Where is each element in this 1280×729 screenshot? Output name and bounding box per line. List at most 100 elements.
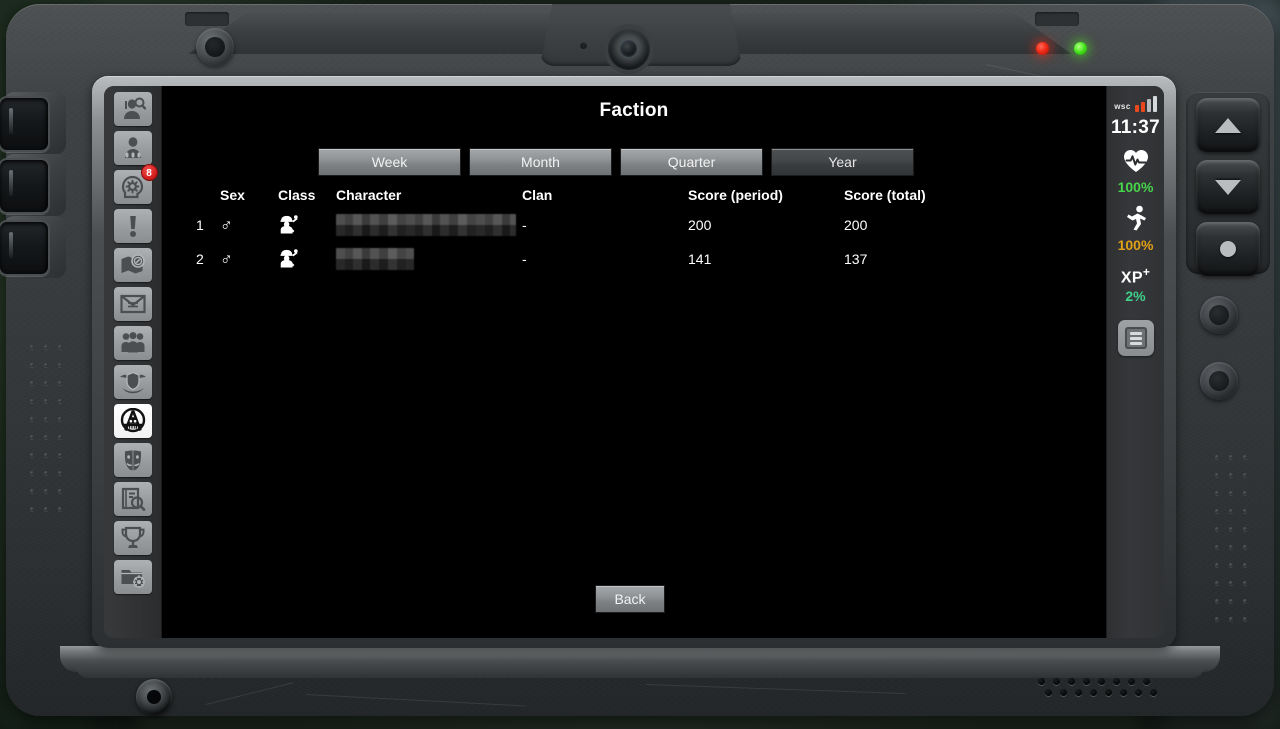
grip-dot <box>1229 581 1233 585</box>
camera-sensor-icon <box>580 42 587 49</box>
header-score-period: Score (period) <box>688 187 783 203</box>
grip-dot <box>1243 599 1247 603</box>
sidebar-item-clan[interactable] <box>113 365 152 399</box>
map-compass-icon <box>120 253 146 277</box>
sidebar-item-group[interactable] <box>113 326 152 360</box>
grip-dot <box>58 453 62 457</box>
grip-dot <box>58 363 62 367</box>
sidebar-item-mail[interactable] <box>113 287 152 321</box>
top-left-knob[interactable] <box>196 28 234 66</box>
speaker-hole <box>1120 689 1127 696</box>
grip-dot <box>30 507 34 511</box>
tab-week[interactable]: Week <box>318 148 461 176</box>
grip-dot <box>44 399 48 403</box>
grip-dot <box>1215 473 1219 477</box>
speaker-hole <box>1128 678 1135 685</box>
period-tabs: Week Month Quarter Year <box>318 148 914 176</box>
grip-dot <box>44 453 48 457</box>
speaker-hole <box>1113 678 1120 685</box>
up-button[interactable] <box>1196 98 1260 152</box>
sidebar-item-achievements[interactable] <box>113 521 152 555</box>
cell-rank: 1 <box>196 217 204 233</box>
grip-dot <box>1243 491 1247 495</box>
group-people-icon <box>120 331 146 355</box>
grip-dot <box>58 471 62 475</box>
tab-quarter[interactable]: Quarter <box>620 148 763 176</box>
menu-line <box>1129 336 1142 340</box>
grip-dot <box>1215 599 1219 603</box>
grip-dot <box>44 435 48 439</box>
engineer-icon <box>278 214 298 237</box>
camera-lens-icon <box>608 28 650 70</box>
grip-dot <box>30 399 34 403</box>
grip-dot <box>1229 563 1233 567</box>
speaker-hole <box>1135 689 1142 696</box>
sidebar-item-settings[interactable] <box>113 560 152 594</box>
sidebar-item-journal[interactable] <box>113 482 152 516</box>
back-button[interactable]: Back <box>595 585 665 613</box>
table-body: 1 ♂ - 200 200 2 ♂ - 141 137 <box>162 208 1106 276</box>
device-port-1[interactable] <box>0 96 50 152</box>
xp-plus: + <box>1142 265 1151 279</box>
table-row[interactable]: 1 ♂ - 200 200 <box>162 208 1106 242</box>
grip-dot <box>1229 545 1233 549</box>
grip-dot <box>44 381 48 385</box>
device-port-3[interactable] <box>0 220 50 276</box>
sidebar-item-equipment[interactable] <box>113 131 152 165</box>
cell-score-period: 200 <box>688 217 712 233</box>
headphone-jack[interactable] <box>136 679 172 715</box>
sidebar-item-alerts[interactable] <box>113 209 152 243</box>
right-knob-upper[interactable] <box>1200 296 1238 334</box>
cell-character <box>336 248 522 270</box>
select-button[interactable] <box>1196 222 1260 276</box>
cell-score-total: 200 <box>844 217 868 233</box>
cell-score-period: 141 <box>688 251 712 267</box>
sidebar-item-map[interactable] <box>113 248 152 282</box>
main-content: Faction Week Month Quarter Year Sex Class C… <box>162 86 1106 638</box>
grip-dot <box>1215 491 1219 495</box>
hamburger-menu-icon <box>1124 327 1147 350</box>
grip-dot <box>30 381 34 385</box>
app-sidebar: 8 <box>104 86 162 638</box>
grip-dot <box>30 489 34 493</box>
grip-dot <box>1215 509 1219 513</box>
clock: 11:37 <box>1110 117 1161 138</box>
header-class: Class <box>278 187 316 203</box>
cell-class <box>278 248 336 271</box>
sidebar-item-reputation[interactable] <box>113 443 152 477</box>
sidebar-item-skills[interactable]: 8 <box>113 164 158 204</box>
status-sidebar: wsc 11:37 100% 100% XP+ 2% <box>1106 86 1164 638</box>
device-port-2[interactable] <box>0 158 50 214</box>
tab-year[interactable]: Year <box>771 148 914 176</box>
grip-dot <box>30 417 34 421</box>
right-knob-lower[interactable] <box>1200 362 1238 400</box>
speaker-hole <box>1038 678 1045 685</box>
triangle-up-icon <box>1215 117 1241 133</box>
screen: 8 Faction Week Month Quarter Year Sex Class… <box>104 86 1164 638</box>
table-row[interactable]: 2 ♂ - 141 137 <box>162 242 1106 276</box>
grip-dot <box>44 471 48 475</box>
health-value: 100% <box>1117 179 1154 195</box>
grip-dot <box>58 417 62 421</box>
censored-character-name <box>336 248 414 270</box>
led-red-indicator <box>1036 42 1049 55</box>
hamburger-menu-button[interactable] <box>1117 320 1154 357</box>
sidebar-item-character-search[interactable] <box>113 92 152 126</box>
book-search-icon <box>120 487 146 511</box>
tab-month[interactable]: Month <box>469 148 612 176</box>
cell-class <box>278 214 336 237</box>
grip-dot <box>58 381 62 385</box>
down-button[interactable] <box>1196 160 1260 214</box>
grip-dot <box>1243 455 1247 459</box>
header-sex: Sex <box>220 187 245 203</box>
sidebar-item-faction[interactable] <box>113 404 152 438</box>
speaker-hole <box>1060 689 1067 696</box>
male-symbol-icon: ♂ <box>220 215 233 235</box>
grip-dot <box>30 363 34 367</box>
grip-dot <box>1243 581 1247 585</box>
grip-dot <box>1243 563 1247 567</box>
grip-dot <box>1229 455 1233 459</box>
speaker-hole <box>1150 689 1157 696</box>
top-notch-right <box>1035 12 1079 26</box>
cell-sex: ♂ <box>220 217 278 234</box>
